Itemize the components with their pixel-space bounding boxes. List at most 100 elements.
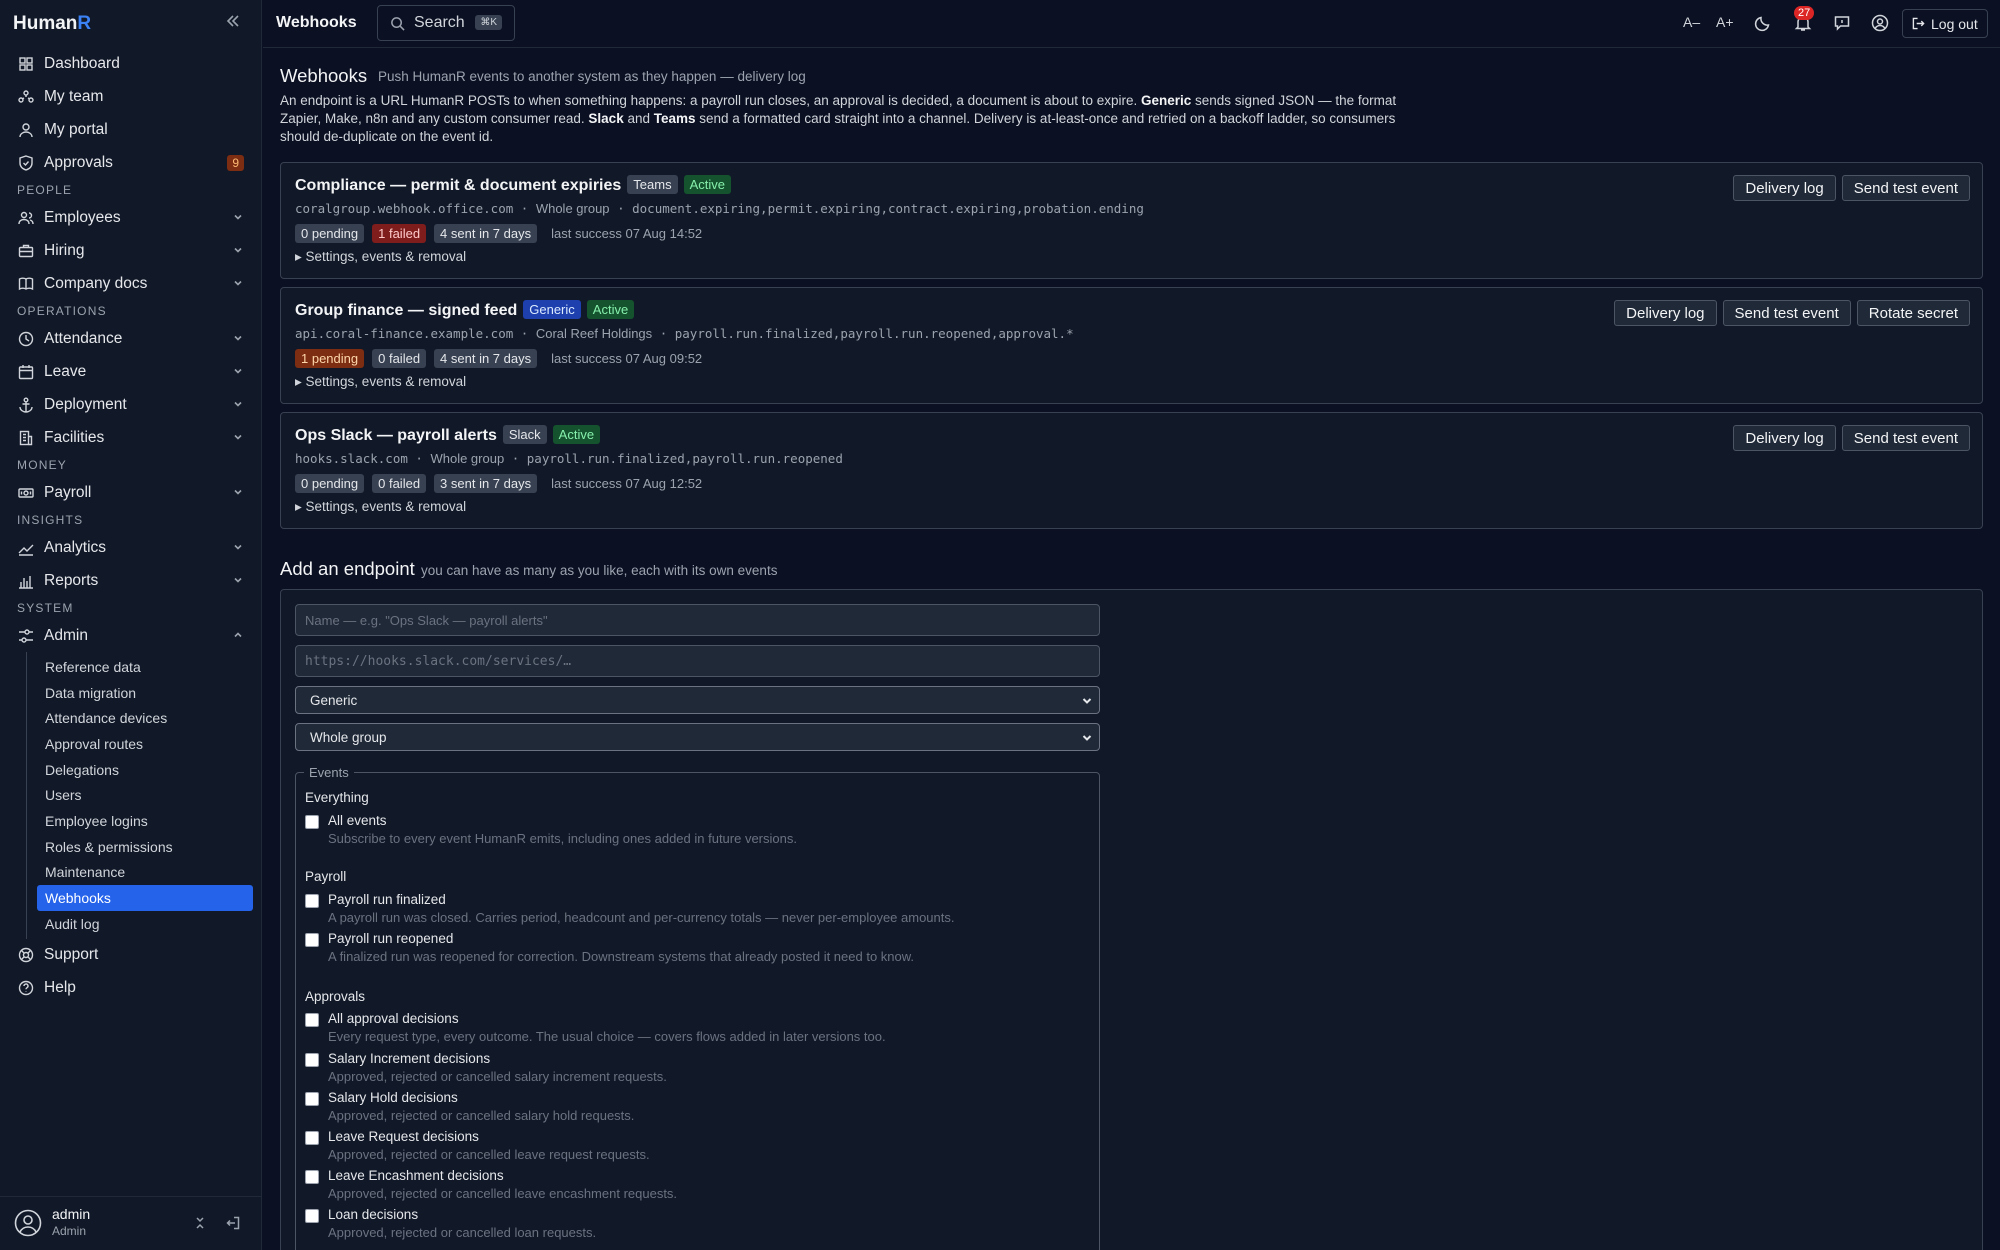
rotate-secret-button[interactable]: Rotate secret: [1856, 300, 1970, 326]
delivery-log-button[interactable]: Delivery log: [1614, 300, 1717, 326]
send-test-event-button[interactable]: Send test event: [1722, 300, 1851, 326]
sidebar-item-approvals[interactable]: Approvals 9: [0, 146, 262, 179]
sidebar-item-deployment[interactable]: Deployment: [0, 388, 262, 421]
endpoint-name: Group finance — signed feed Generic Active: [295, 300, 635, 320]
sidebar-sub-item[interactable]: Attendance devices: [37, 705, 253, 731]
sidebar-sub-item[interactable]: Maintenance: [37, 860, 253, 886]
font-increase-button[interactable]: A+: [1716, 14, 1734, 32]
sidebar-item-label: Employees: [44, 208, 121, 226]
logout-button[interactable]: Log out: [1902, 9, 1988, 38]
search-button[interactable]: Search ⌘K: [377, 5, 515, 41]
chevron-down-icon: [234, 401, 242, 407]
endpoint-kind-select[interactable]: Generic: [295, 686, 1100, 714]
sidebar-item-attendance[interactable]: Attendance: [0, 322, 262, 355]
events-fieldset: Events Everything All events Subscribe t…: [295, 765, 1100, 1250]
chat-icon[interactable]: [1833, 14, 1851, 32]
event-description: Approved, rejected or cancelled loan req…: [328, 1225, 597, 1240]
sidebar-item-label: Hiring: [44, 241, 85, 259]
sent-count: 4 sent in 7 days: [434, 349, 538, 368]
event-checkbox[interactable]: [305, 894, 319, 908]
sent-count: 4 sent in 7 days: [434, 224, 538, 243]
add-endpoint-title: Add an endpoint: [280, 558, 415, 579]
sidebar-item-label: My team: [44, 87, 104, 105]
sidebar-item-help[interactable]: Help: [0, 972, 262, 1005]
sidebar-sub-item[interactable]: Reference data: [37, 654, 253, 680]
sidebar-item-payroll[interactable]: Payroll: [0, 476, 262, 509]
endpoint-name: Compliance — permit & document expiries T…: [295, 175, 731, 195]
endpoint-card: Compliance — permit & document expiries T…: [280, 162, 1983, 279]
user-menu[interactable]: admin Admin: [0, 1196, 262, 1250]
event-label: All approval decisions: [328, 1011, 459, 1026]
sidebar-item-leave[interactable]: Leave: [0, 355, 262, 388]
settings-disclosure[interactable]: ▸ Settings, events & removal: [295, 249, 466, 265]
send-test-event-button[interactable]: Send test event: [1841, 425, 1970, 451]
font-decrease-button[interactable]: A–: [1683, 14, 1701, 32]
sidebar-item-label: Facilities: [44, 428, 105, 446]
sidebar-sub-item[interactable]: Roles & permissions: [37, 834, 253, 860]
settings-disclosure[interactable]: ▸ Settings, events & removal: [295, 499, 466, 515]
logout-label: Log out: [1931, 15, 1978, 32]
sidebar-sub-item[interactable]: Delegations: [37, 757, 253, 783]
event-description: A finalized run was reopened for correct…: [328, 949, 915, 964]
send-test-event-button[interactable]: Send test event: [1841, 175, 1970, 201]
sidebar-sub-item[interactable]: Audit log: [37, 911, 253, 937]
sidebar-sub-item[interactable]: Employee logins: [37, 808, 253, 834]
select-value: Generic: [310, 692, 358, 708]
sidebar-item-company-docs[interactable]: Company docs: [0, 267, 262, 300]
sidebar-item-support[interactable]: Support: [0, 939, 262, 972]
brand-logo[interactable]: HumanR: [13, 13, 91, 35]
sidebar-item-analytics[interactable]: Analytics: [0, 531, 262, 564]
chevron-down-icon: [234, 489, 242, 495]
sidebar-sub-item-webhooks-active[interactable]: Webhooks: [37, 885, 253, 911]
endpoint-name-input[interactable]: [295, 604, 1100, 636]
chevron-down-icon: [234, 434, 242, 440]
sidebar-sub-item[interactable]: Data migration: [37, 680, 253, 706]
sidebar-item-my-team[interactable]: My team: [0, 80, 262, 113]
settings-disclosure[interactable]: ▸ Settings, events & removal: [295, 374, 466, 390]
sidebar-item-label: Reports: [44, 571, 99, 589]
sidebar-item-hiring[interactable]: Hiring: [0, 234, 262, 267]
sidebar-sub-item[interactable]: Approval routes: [37, 731, 253, 757]
sidebar-sub-item[interactable]: Users: [37, 782, 253, 808]
event-group-title: Approvals: [305, 989, 366, 1004]
dashboard-icon: [19, 56, 33, 71]
sliders-icon: [19, 628, 33, 643]
sidebar-item-label: Company docs: [44, 274, 148, 292]
event-checkbox[interactable]: [305, 1131, 319, 1145]
add-endpoint-form: Generic Whole group Events Everything Al…: [280, 589, 1983, 1250]
event-checkbox[interactable]: [305, 815, 319, 829]
sidebar-item-label: Admin: [44, 626, 88, 644]
account-icon[interactable]: [1871, 14, 1889, 32]
sidebar-item-reports[interactable]: Reports: [0, 564, 262, 597]
chevron-down-icon: [234, 280, 242, 286]
chevron-down-icon: [234, 544, 242, 550]
building-icon: [19, 430, 33, 445]
sidebar-item-employees[interactable]: Employees: [0, 201, 262, 234]
event-checkbox[interactable]: [305, 933, 319, 947]
event-checkbox[interactable]: [305, 1013, 319, 1027]
sidebar-item-my-portal[interactable]: My portal: [0, 113, 262, 146]
collapse-sidebar-icon[interactable]: [226, 14, 240, 28]
page-title: Webhooks: [276, 14, 357, 31]
event-checkbox[interactable]: [305, 1209, 319, 1223]
event-label: Salary Increment decisions: [328, 1051, 491, 1066]
moon-icon[interactable]: [1754, 14, 1772, 32]
event-label: Payroll run reopened: [328, 931, 454, 946]
event-checkbox[interactable]: [305, 1170, 319, 1184]
sidebar-item-admin[interactable]: Admin: [0, 619, 262, 652]
sidebar-item-label: Help: [44, 979, 76, 997]
event-label: Leave Request decisions: [328, 1129, 479, 1144]
endpoint-scope-select[interactable]: Whole group: [295, 723, 1100, 751]
delivery-log-button[interactable]: Delivery log: [1733, 175, 1836, 201]
sign-out-icon[interactable]: [226, 1216, 240, 1230]
search-shortcut: ⌘K: [475, 15, 502, 30]
sidebar-item-label: Deployment: [44, 395, 127, 413]
endpoint-url-input[interactable]: [295, 645, 1100, 677]
event-checkbox[interactable]: [305, 1053, 319, 1067]
event-checkbox[interactable]: [305, 1092, 319, 1106]
sidebar-item-facilities[interactable]: Facilities: [0, 421, 262, 454]
sidebar-item-dashboard[interactable]: Dashboard: [0, 47, 262, 80]
delivery-log-button[interactable]: Delivery log: [1733, 425, 1836, 451]
expand-collapse-icon[interactable]: [193, 1216, 207, 1230]
calendar-icon: [18, 364, 34, 379]
